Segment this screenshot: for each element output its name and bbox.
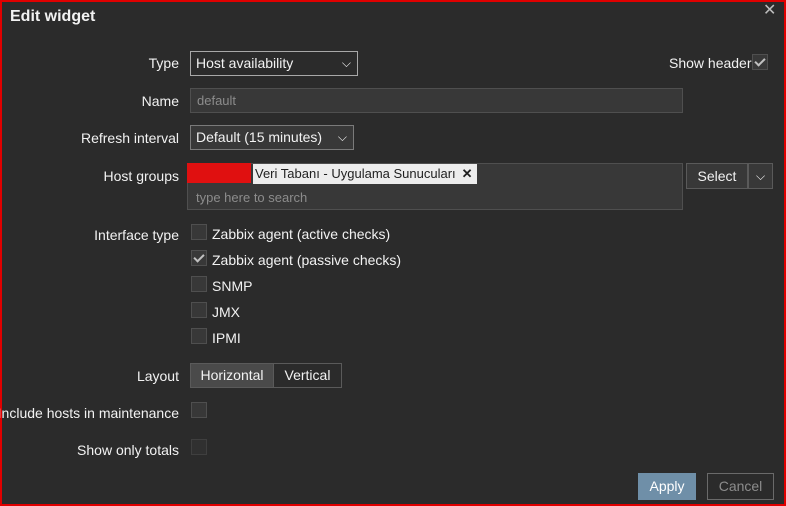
apply-button[interactable]: Apply xyxy=(638,473,696,500)
type-select[interactable]: Host availability ⌵ xyxy=(190,51,358,76)
host-groups-label: Host groups xyxy=(103,168,179,184)
remove-icon[interactable]: ✕ xyxy=(462,166,473,181)
layout-vertical-button[interactable]: Vertical xyxy=(273,363,342,388)
select-dropdown-button[interactable]: ⌵ xyxy=(748,163,773,189)
interface-jmx-label: JMX xyxy=(212,304,240,320)
host-group-chip-label: Veri Tabanı - Uygulama Sunucuları xyxy=(255,166,456,181)
interface-passive-label: Zabbix agent (passive checks) xyxy=(212,252,402,268)
maintenance-label: Include hosts in maintenance xyxy=(0,405,179,421)
select-button[interactable]: Select xyxy=(686,163,748,189)
interface-active-checkbox[interactable] xyxy=(191,224,207,240)
redacted-area xyxy=(187,163,251,183)
interface-ipmi-label: IPMI xyxy=(212,330,241,346)
type-select-value: Host availability xyxy=(196,55,294,71)
dialog-title: Edit widget xyxy=(10,8,96,25)
interface-ipmi-checkbox[interactable] xyxy=(191,328,207,344)
interface-passive-checkbox[interactable] xyxy=(191,250,207,266)
maintenance-checkbox[interactable] xyxy=(191,402,207,418)
close-icon[interactable]: ✕ xyxy=(763,0,776,20)
interface-snmp-checkbox[interactable] xyxy=(191,276,207,292)
cancel-button[interactable]: Cancel xyxy=(707,473,774,500)
show-header-checkbox[interactable] xyxy=(752,54,768,70)
totals-label: Show only totals xyxy=(77,442,179,458)
show-header-label: Show header xyxy=(669,55,752,71)
name-label: Name xyxy=(141,93,179,109)
name-input[interactable]: default xyxy=(190,88,683,113)
refresh-interval-select[interactable]: Default (15 minutes) ⌵ xyxy=(190,125,354,150)
refresh-interval-label: Refresh interval xyxy=(80,130,179,146)
host-group-chip: Veri Tabanı - Uygulama Sunucuları ✕ xyxy=(253,164,477,184)
layout-label: Layout xyxy=(136,368,179,384)
chevron-down-icon: ⌵ xyxy=(341,56,351,70)
totals-checkbox[interactable] xyxy=(191,439,207,455)
interface-snmp-label: SNMP xyxy=(212,278,253,294)
host-groups-search-input[interactable]: type here to search xyxy=(196,190,307,205)
interface-jmx-checkbox[interactable] xyxy=(191,302,207,318)
refresh-interval-value: Default (15 minutes) xyxy=(196,129,323,145)
interface-type-label: Interface type xyxy=(94,227,179,243)
type-label: Type xyxy=(148,55,179,71)
interface-active-label: Zabbix agent (active checks) xyxy=(212,226,391,242)
chevron-down-icon: ⌵ xyxy=(337,130,347,144)
layout-horizontal-button[interactable]: Horizontal xyxy=(190,363,274,388)
chevron-down-icon: ⌵ xyxy=(755,169,766,183)
